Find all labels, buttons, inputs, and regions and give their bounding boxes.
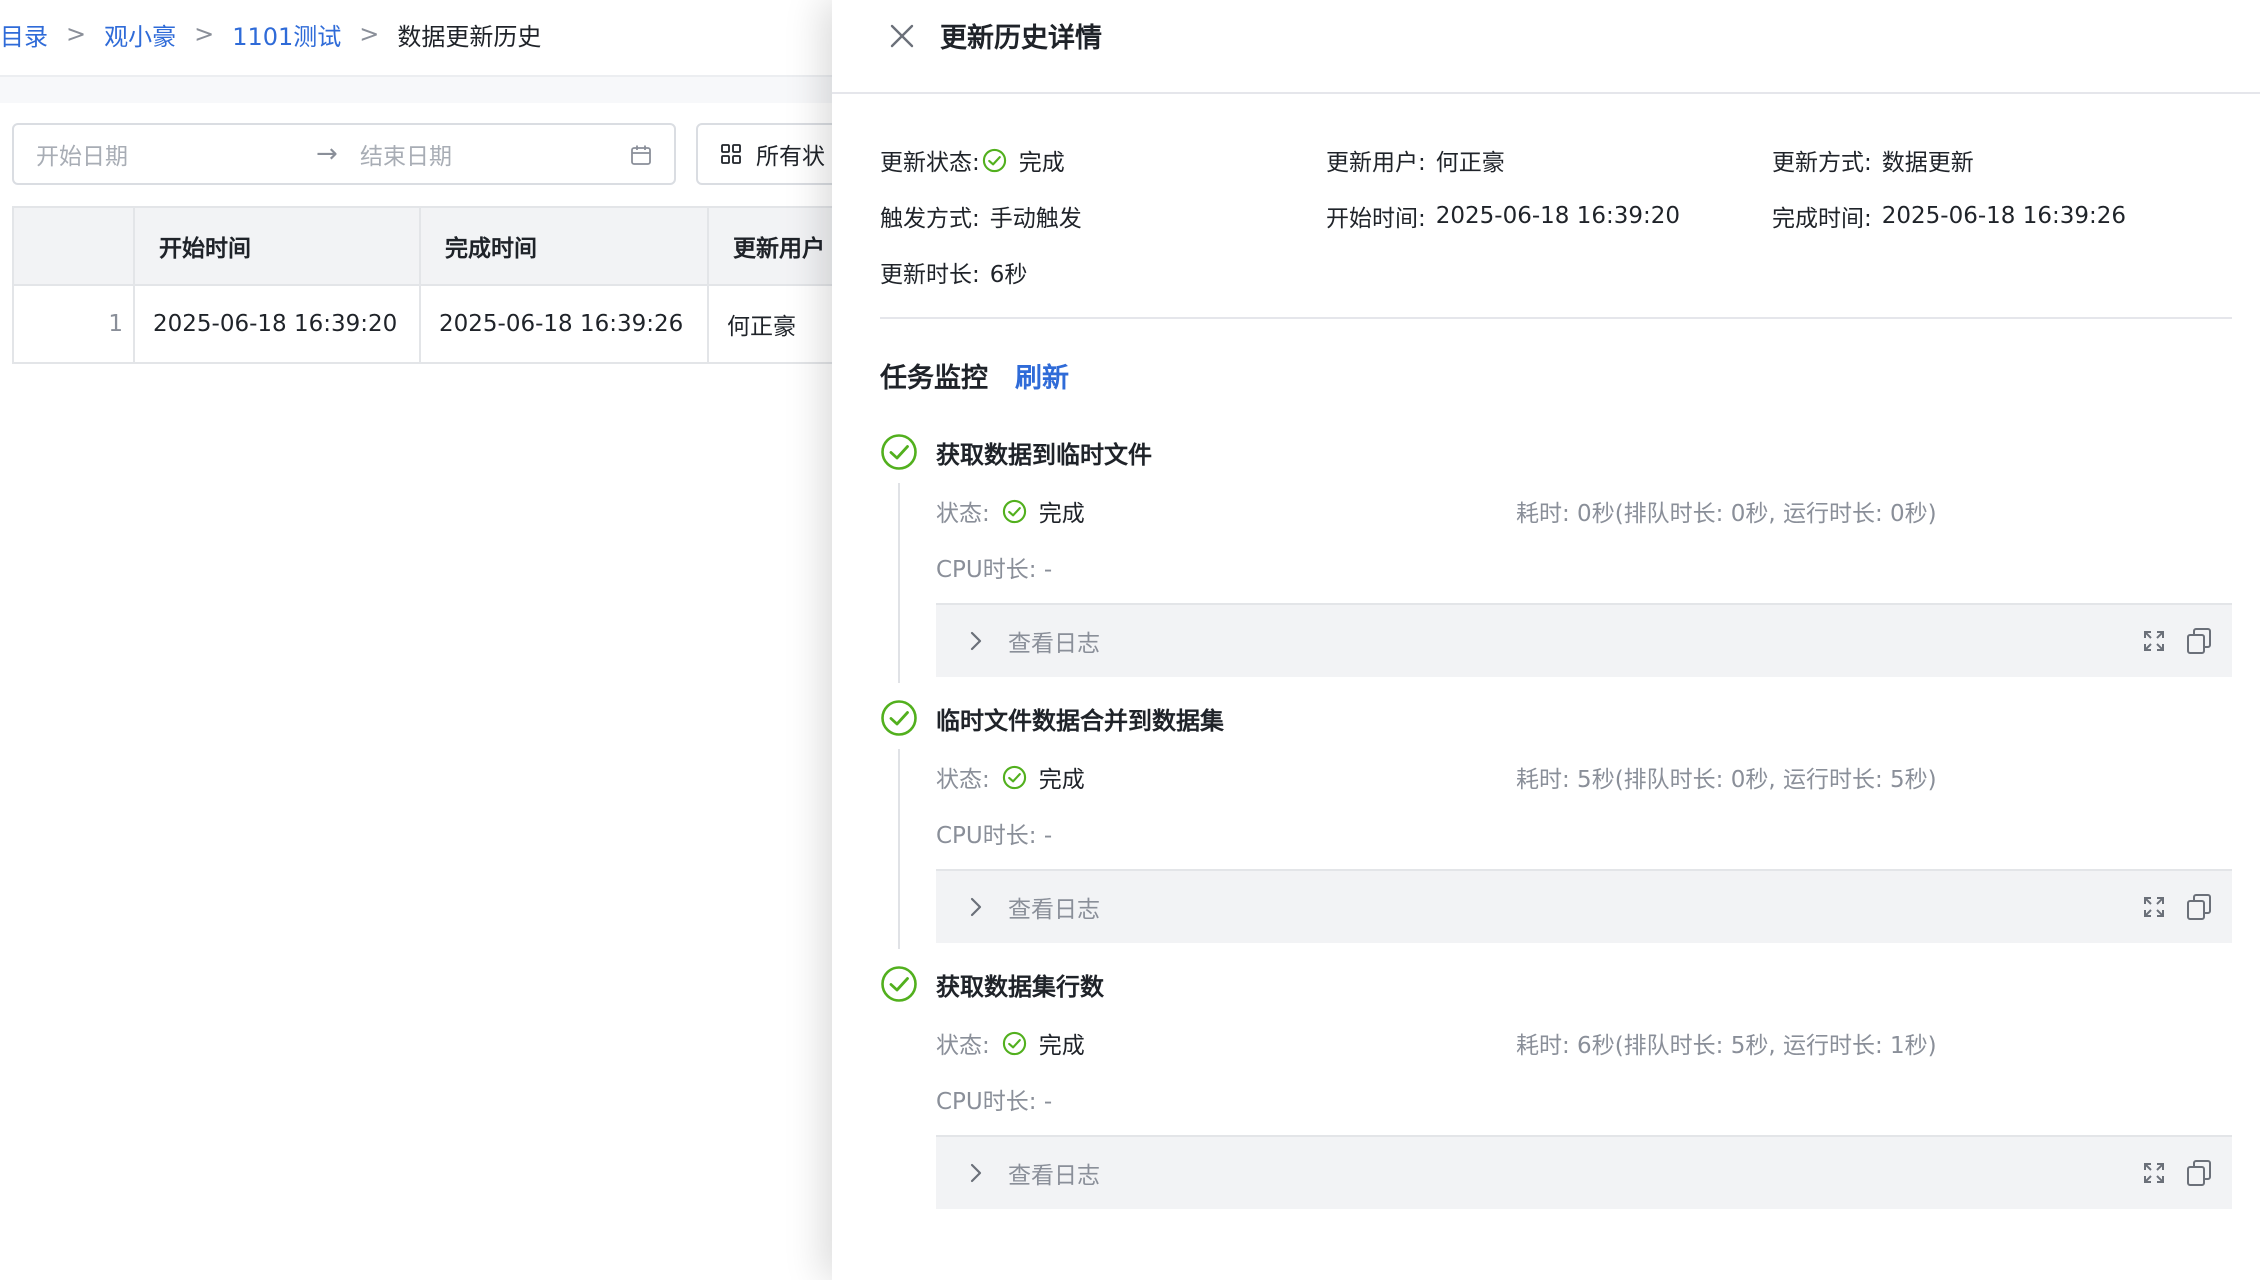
end-date-input[interactable]: 结束日期	[360, 137, 452, 171]
task-item: 临时文件数据合并到数据集 状态: 完成 耗时: 5秒(排队时长: 0秒, 运行时…	[880, 699, 2232, 949]
chevron-right-icon[interactable]	[966, 895, 986, 919]
table-header-end[interactable]: 完成时间	[421, 208, 709, 284]
task-item: 获取数据到临时文件 状态: 完成 耗时: 0秒(排队时长: 0秒, 运行时长: …	[880, 433, 2232, 683]
check-circle-icon	[881, 700, 917, 736]
info-divider	[880, 317, 2232, 319]
table-row[interactable]: 1 2025-06-18 16:39:20 2025-06-18 16:39:2…	[14, 286, 912, 364]
task-status: 状态: 完成	[936, 491, 1085, 531]
log-panel[interactable]: 查看日志	[936, 603, 2232, 677]
info-method-value: 数据更新	[1881, 150, 1974, 176]
history-table: 开始时间 完成时间 更新用户 1 2025-06-18 16:39:20 202…	[12, 206, 912, 364]
breadcrumb-separator: >	[194, 20, 215, 48]
copy-icon[interactable]	[2186, 1159, 2212, 1187]
check-circle-icon	[1002, 1031, 1026, 1055]
info-end-time: 完成时间: 2025-06-18 16:39:26	[1772, 196, 2126, 236]
task-status-label: 状态:	[936, 767, 990, 793]
task-name: 获取数据到临时文件	[936, 441, 1152, 469]
task-status: 状态: 完成	[936, 1023, 1085, 1063]
expand-icon[interactable]	[2142, 1161, 2166, 1185]
check-circle-icon	[1002, 765, 1026, 789]
check-circle-icon	[881, 434, 917, 470]
info-user-label: 更新用户:	[1326, 150, 1426, 176]
task-status-value: 完成	[1038, 501, 1085, 527]
start-date-input[interactable]: 开始日期	[36, 137, 128, 171]
expand-icon[interactable]	[2142, 629, 2166, 653]
task-monitor-title: 任务监控	[880, 363, 988, 394]
info-user: 更新用户: 何正豪	[1326, 140, 1505, 180]
info-trigger-value: 手动触发	[989, 206, 1082, 232]
status-filter-label: 所有状	[756, 144, 825, 170]
task-name: 临时文件数据合并到数据集	[936, 707, 1224, 735]
breadcrumb-root[interactable]: 根目录	[0, 17, 48, 52]
task-item: 获取数据集行数 状态: 完成 耗时: 6秒(排队时长: 5秒, 运行时长: 1秒…	[880, 965, 2232, 1215]
drawer-title: 更新历史详情	[940, 23, 1102, 54]
breadcrumb-separator: >	[359, 20, 380, 48]
info-duration: 更新时长: 6秒	[880, 252, 1027, 292]
task-timeline-line	[898, 749, 900, 949]
info-start-label: 开始时间:	[1326, 206, 1426, 232]
refresh-button[interactable]: 刷新	[1015, 356, 1069, 395]
grid-icon	[721, 144, 741, 164]
drawer-header: 更新历史详情	[832, 0, 2260, 94]
task-status-value: 完成	[1038, 767, 1085, 793]
header-band	[0, 77, 840, 103]
calendar-icon[interactable]	[630, 144, 652, 166]
info-start-time: 开始时间: 2025-06-18 16:39:20	[1326, 196, 1680, 236]
date-range-picker[interactable]: 开始日期 → 结束日期	[12, 123, 676, 185]
info-status-value: 完成	[1018, 150, 1065, 176]
info-duration-value: 6秒	[989, 262, 1028, 288]
chevron-right-icon[interactable]	[966, 1161, 986, 1185]
check-circle-icon	[881, 966, 917, 1002]
task-cpu-time: CPU时长: -	[936, 823, 1053, 849]
task-cpu-time: CPU时长: -	[936, 1089, 1053, 1115]
task-status-value: 完成	[1038, 1033, 1085, 1059]
table-header-index	[14, 208, 135, 284]
task-status-label: 状态:	[936, 501, 990, 527]
task-status-label: 状态:	[936, 1033, 990, 1059]
view-log-button[interactable]: 查看日志	[1008, 624, 1100, 658]
breadcrumb: 根目录 > 观小豪 > 1101测试 > 数据更新历史	[0, 14, 541, 54]
view-log-button[interactable]: 查看日志	[1008, 890, 1100, 924]
row-end-time: 2025-06-18 16:39:26	[421, 286, 709, 362]
info-user-value: 何正豪	[1435, 150, 1505, 176]
chevron-right-icon[interactable]	[966, 629, 986, 653]
breadcrumb-dataset[interactable]: 1101测试	[232, 17, 341, 52]
task-status: 状态: 完成	[936, 757, 1085, 797]
task-name: 获取数据集行数	[936, 973, 1104, 1001]
log-panel[interactable]: 查看日志	[936, 1135, 2232, 1209]
task-duration: 耗时: 0秒(排队时长: 0秒, 运行时长: 0秒)	[1516, 501, 1937, 527]
task-duration: 耗时: 6秒(排队时长: 5秒, 运行时长: 1秒)	[1516, 1033, 1937, 1059]
view-log-button[interactable]: 查看日志	[1008, 1156, 1100, 1190]
task-timeline-line	[898, 483, 900, 683]
row-index: 1	[14, 286, 135, 362]
breadcrumb-separator: >	[66, 20, 87, 48]
close-icon[interactable]	[886, 20, 918, 52]
info-status: 更新状态: 完成	[880, 140, 1065, 180]
check-circle-icon	[982, 148, 1006, 172]
info-trigger: 触发方式: 手动触发	[880, 196, 1082, 236]
table-header-start[interactable]: 开始时间	[135, 208, 421, 284]
row-start-time: 2025-06-18 16:39:20	[135, 286, 421, 362]
info-end-label: 完成时间:	[1772, 206, 1872, 232]
info-start-value: 2025-06-18 16:39:20	[1435, 203, 1681, 229]
history-detail-drawer: 更新历史详情 更新状态: 完成 更新用户: 何正豪 更新方式: 数据更新 触发方…	[832, 0, 2260, 1280]
check-circle-icon	[1002, 499, 1026, 523]
range-arrow-icon: →	[316, 139, 338, 169]
expand-icon[interactable]	[2142, 895, 2166, 919]
breadcrumb-user[interactable]: 观小豪	[104, 17, 176, 52]
breadcrumb-current: 数据更新历史	[397, 22, 542, 51]
copy-icon[interactable]	[2186, 627, 2212, 655]
table-header-row: 开始时间 完成时间 更新用户	[14, 206, 912, 286]
copy-icon[interactable]	[2186, 893, 2212, 921]
info-method-label: 更新方式:	[1772, 150, 1872, 176]
task-cpu-time: CPU时长: -	[936, 557, 1053, 583]
log-panel[interactable]: 查看日志	[936, 869, 2232, 943]
info-duration-label: 更新时长:	[880, 262, 980, 288]
task-duration: 耗时: 5秒(排队时长: 0秒, 运行时长: 5秒)	[1516, 767, 1937, 793]
info-end-value: 2025-06-18 16:39:26	[1881, 203, 2127, 229]
info-status-label: 更新状态:	[880, 150, 980, 176]
info-method: 更新方式: 数据更新	[1772, 140, 1974, 180]
info-trigger-label: 触发方式:	[880, 206, 980, 232]
